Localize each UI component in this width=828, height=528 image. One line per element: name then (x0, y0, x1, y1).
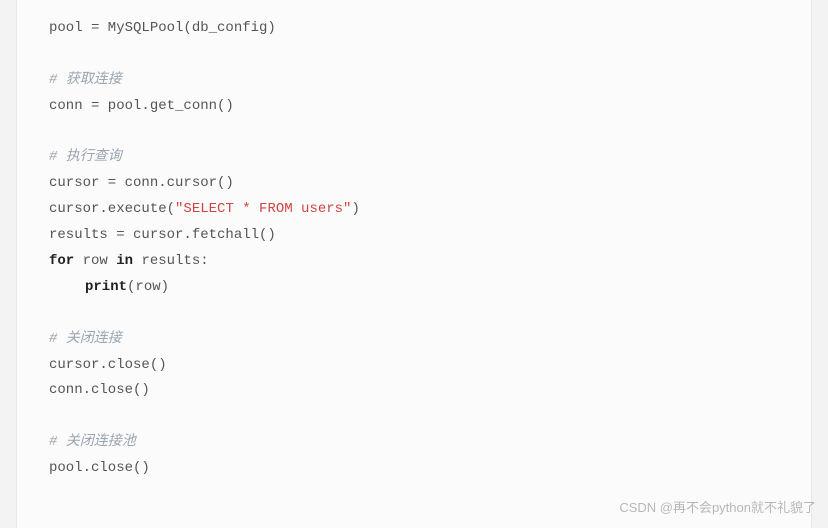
code-comment: # 关闭连接池 (49, 430, 779, 456)
empty-line (49, 404, 779, 430)
code-line: cursor = conn.cursor() (49, 171, 779, 197)
code-comment: # 关闭连接 (49, 327, 779, 353)
code-line: for row in results: (49, 249, 779, 275)
empty-line (49, 120, 779, 146)
code-line: print(row) (49, 275, 779, 301)
code-line: conn = pool.get_conn() (49, 94, 779, 120)
watermark-text: CSDN @再不会python就不礼貌了 (619, 496, 816, 520)
code-line: results = cursor.fetchall() (49, 223, 779, 249)
empty-line (49, 42, 779, 68)
code-line: conn.close() (49, 378, 779, 404)
code-block: pool = MySQLPool(db_config) # 获取连接 conn … (16, 0, 812, 528)
empty-line (49, 301, 779, 327)
code-comment: # 获取连接 (49, 68, 779, 94)
code-line: cursor.close() (49, 353, 779, 379)
code-comment: # 执行查询 (49, 145, 779, 171)
code-line: pool.close() (49, 456, 779, 482)
code-line: cursor.execute("SELECT * FROM users") (49, 197, 779, 223)
code-line: pool = MySQLPool(db_config) (49, 16, 779, 42)
